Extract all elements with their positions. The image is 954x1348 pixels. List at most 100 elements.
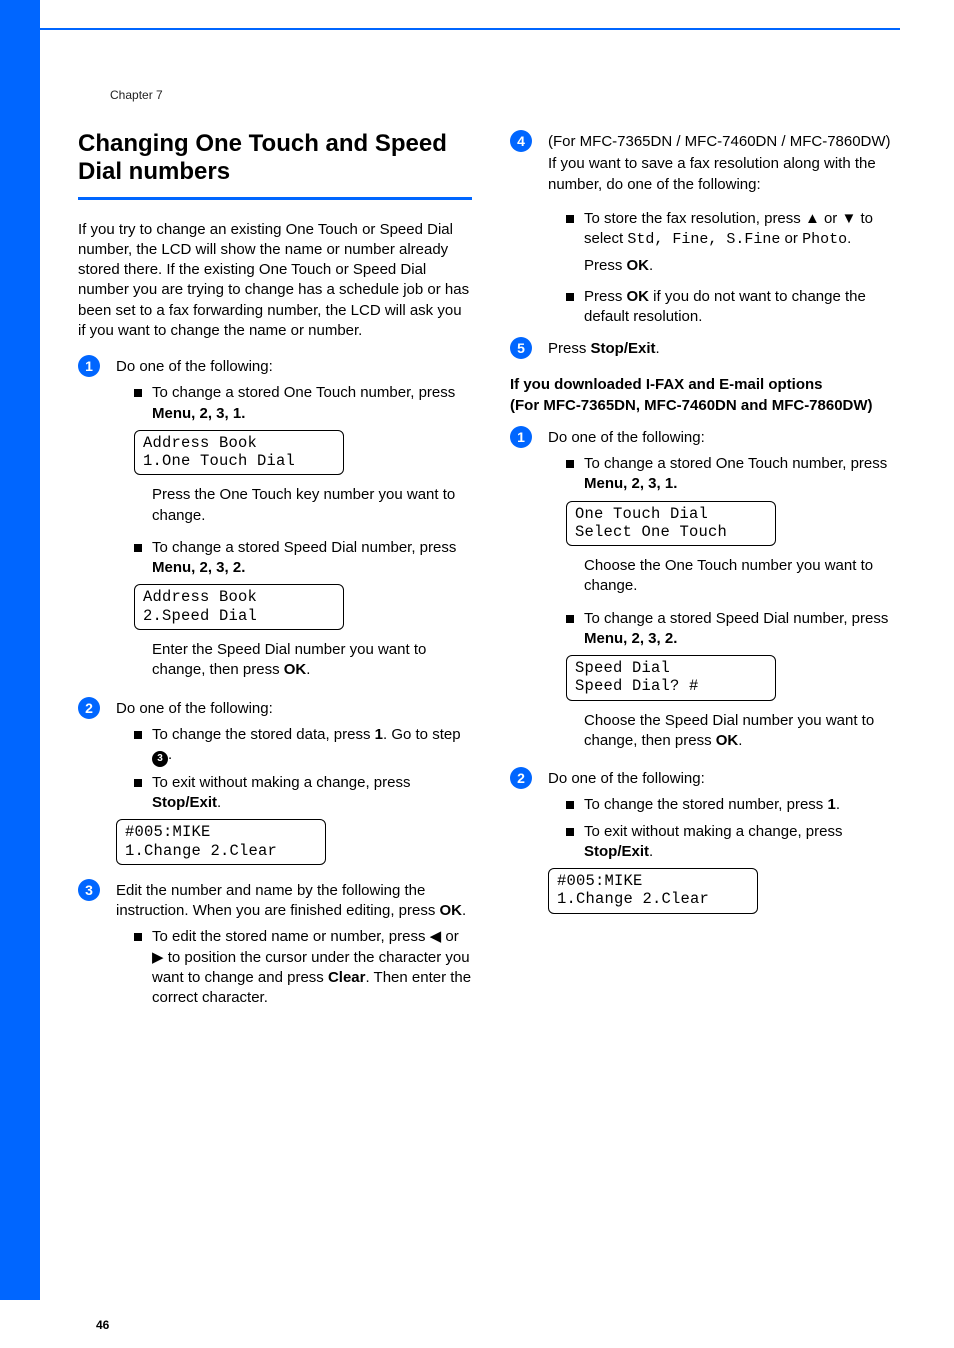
option-photo: Photo bbox=[802, 231, 847, 248]
section-heading: Changing One Touch and Speed Dial number… bbox=[78, 130, 472, 187]
text: . bbox=[217, 794, 221, 811]
b-step-2-bullets: To change the stored number, press 1. To… bbox=[566, 795, 908, 862]
lcd-display: Address Book 2.Speed Dial bbox=[134, 584, 344, 630]
key-menu: Menu bbox=[584, 630, 623, 647]
key-menu: Menu bbox=[152, 405, 191, 422]
step-2: 2 Do one of the following: To change the… bbox=[78, 697, 472, 875]
chapter-label: Chapter 7 bbox=[110, 88, 163, 102]
text: . Go to step bbox=[383, 726, 461, 743]
lcd-display: Speed Dial Speed Dial? # bbox=[566, 655, 776, 701]
page-number: 46 bbox=[96, 1318, 109, 1332]
text: Press bbox=[548, 340, 591, 357]
step-badge-4: 4 bbox=[510, 130, 532, 152]
key-stop-exit: Stop/Exit bbox=[591, 340, 656, 357]
step-badge-5: 5 bbox=[510, 337, 532, 359]
lcd-line: Speed Dial? # bbox=[575, 677, 699, 695]
text: To exit without making a change, press bbox=[152, 774, 410, 791]
step-1: 1 Do one of the following: To change a s… bbox=[78, 355, 472, 692]
blue-side-band bbox=[0, 0, 40, 1300]
ifax-heading-line1: If you downloaded I-FAX and E-mail optio… bbox=[510, 375, 908, 395]
bullet-text: To change the stored number, press 1. bbox=[584, 795, 908, 815]
square-bullet-icon bbox=[134, 933, 142, 941]
lcd-line: #005:MIKE bbox=[125, 823, 211, 841]
lcd-line: Address Book bbox=[143, 434, 257, 452]
left-column: Changing One Touch and Speed Dial number… bbox=[78, 130, 472, 1018]
key-seq: , 2, 3, 2. bbox=[191, 559, 245, 576]
key-menu: Menu bbox=[584, 475, 623, 492]
key-1: 1 bbox=[375, 726, 383, 743]
square-bullet-icon bbox=[566, 828, 574, 836]
square-bullet-icon bbox=[566, 460, 574, 468]
step-5-lead: Press Stop/Exit. bbox=[548, 339, 908, 359]
key-seq: , 2, 3, 2. bbox=[623, 630, 677, 647]
bullet-text: To store the fax resolution, press ▲ or … bbox=[584, 209, 908, 251]
square-bullet-icon bbox=[134, 544, 142, 552]
b-step-2-body: Do one of the following: To change the s… bbox=[548, 767, 908, 924]
content: Changing One Touch and Speed Dial number… bbox=[78, 130, 908, 1018]
text: . bbox=[306, 661, 310, 678]
step-1-bullets-2: To change a stored Speed Dial number, pr… bbox=[134, 538, 472, 579]
lcd-line: 2.Speed Dial bbox=[143, 607, 257, 625]
text: . bbox=[738, 732, 742, 749]
square-bullet-icon bbox=[566, 615, 574, 623]
bullet: To exit without making a change, press S… bbox=[134, 773, 472, 814]
key-ok: OK bbox=[627, 257, 650, 274]
step-2-body: Do one of the following: To change the s… bbox=[116, 697, 472, 875]
lcd-display: #005:MIKE 1.Change 2.Clear bbox=[548, 868, 758, 914]
square-bullet-icon bbox=[134, 779, 142, 787]
b-step-1-lead: Do one of the following: bbox=[548, 428, 908, 448]
b-step-2: 2 Do one of the following: To change the… bbox=[510, 767, 908, 924]
text: To change a stored One Touch number, pre… bbox=[152, 384, 455, 401]
bullet: To store the fax resolution, press ▲ or … bbox=[566, 209, 908, 251]
key-seq: , 2, 3, 1. bbox=[191, 405, 245, 422]
text: . bbox=[649, 257, 653, 274]
text: . bbox=[462, 902, 466, 919]
bullet: To edit the stored name or number, press… bbox=[134, 927, 472, 1008]
key-ok: OK bbox=[440, 902, 463, 919]
bullet-text: To change a stored One Touch number, pre… bbox=[152, 383, 472, 424]
text: Press bbox=[584, 257, 627, 274]
sub-text: Enter the Speed Dial number you want to … bbox=[152, 640, 472, 681]
step-4-bullets-2: Press OK if you do not want to change th… bbox=[566, 287, 908, 328]
step-4-models: (For MFC-7365DN / MFC-7460DN / MFC-7860D… bbox=[548, 132, 908, 152]
b-step-1: 1 Do one of the following: To change a s… bbox=[510, 426, 908, 763]
text: . bbox=[656, 340, 660, 357]
bullet-text: Press OK if you do not want to change th… bbox=[584, 287, 908, 328]
key-ok: OK bbox=[716, 732, 739, 749]
step-ref-icon: 3 bbox=[152, 751, 168, 767]
text: or bbox=[780, 230, 802, 247]
step-4-intro: If you want to save a fax resolution alo… bbox=[548, 154, 908, 195]
step-3: 3 Edit the number and name by the follow… bbox=[78, 879, 472, 1015]
b-step-1-bullets-2: To change a stored Speed Dial number, pr… bbox=[566, 609, 908, 650]
step-4-bullets: To store the fax resolution, press ▲ or … bbox=[566, 209, 908, 251]
text: . bbox=[649, 843, 653, 860]
step-3-bullets: To edit the stored name or number, press… bbox=[134, 927, 472, 1008]
text: Edit the number and name by the followin… bbox=[116, 882, 440, 919]
step-1-lead: Do one of the following: bbox=[116, 357, 472, 377]
text: . bbox=[168, 746, 172, 763]
lcd-line: #005:MIKE bbox=[557, 872, 643, 890]
square-bullet-icon bbox=[566, 215, 574, 223]
lcd-line: Select One Touch bbox=[575, 523, 727, 541]
bullet: To change the stored data, press 1. Go t… bbox=[134, 725, 472, 767]
lcd-line: 1.Change 2.Clear bbox=[125, 842, 277, 860]
bullet: To change a stored One Touch number, pre… bbox=[134, 383, 472, 424]
lcd-display: Address Book 1.One Touch Dial bbox=[134, 430, 344, 476]
bullet-text: To exit without making a change, press S… bbox=[584, 822, 908, 863]
bullet: To change a stored Speed Dial number, pr… bbox=[134, 538, 472, 579]
step-4: 4 (For MFC-7365DN / MFC-7460DN / MFC-786… bbox=[510, 130, 908, 333]
step-2-bullets: To change the stored data, press 1. Go t… bbox=[134, 725, 472, 814]
sub-text: Choose the Speed Dial number you want to… bbox=[584, 711, 908, 752]
sub-text: Press the One Touch key number you want … bbox=[152, 485, 472, 526]
key-stop-exit: Stop/Exit bbox=[584, 843, 649, 860]
step-5: 5 Press Stop/Exit. bbox=[510, 337, 908, 365]
step-3-lead: Edit the number and name by the followin… bbox=[116, 881, 472, 922]
bullet-text: To change a stored One Touch number, pre… bbox=[584, 454, 908, 495]
bullet-text: To change a stored Speed Dial number, pr… bbox=[152, 538, 472, 579]
step-1-body: Do one of the following: To change a sto… bbox=[116, 355, 472, 692]
text: To exit without making a change, press bbox=[584, 823, 842, 840]
square-bullet-icon bbox=[134, 389, 142, 397]
key-ok: OK bbox=[284, 661, 307, 678]
bullet: To change a stored Speed Dial number, pr… bbox=[566, 609, 908, 650]
text: . bbox=[836, 796, 840, 813]
